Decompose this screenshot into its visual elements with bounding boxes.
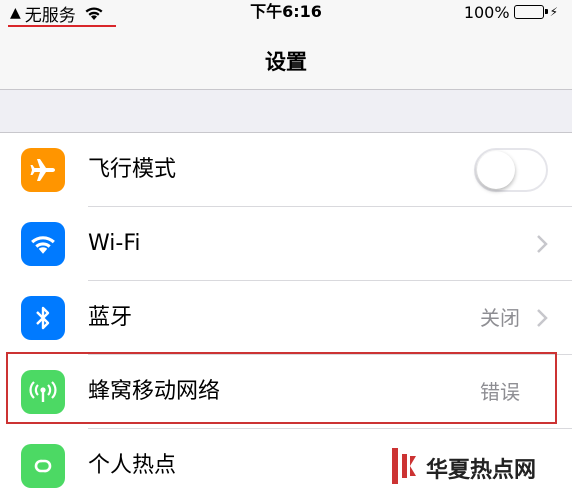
bluetooth-icon: [21, 296, 65, 340]
cellular-status-value: 错误: [480, 380, 520, 404]
settings-row-cellular[interactable]: 蜂窝移动网络 错误: [0, 355, 572, 429]
battery-icon: [513, 5, 548, 19]
settings-row-wifi[interactable]: Wi-Fi: [0, 207, 572, 281]
settings-row-label: 蓝牙: [88, 305, 133, 330]
watermark: 华夏热点网: [378, 436, 572, 500]
page-title: 设置: [265, 50, 307, 74]
settings-row-label: 飞行模式: [88, 157, 177, 182]
battery-percent: 100%: [463, 2, 510, 22]
settings-row-airplane-mode[interactable]: 飞行模式: [0, 133, 572, 207]
status-bar: ▲ 无服务 下午6:16 100% ⚡: [0, 0, 572, 28]
bluetooth-status-value: 关闭: [480, 306, 520, 330]
chevron-right-icon: [536, 308, 548, 332]
settings-row-label: Wi-Fi: [88, 231, 141, 256]
carrier-highlight-underline: [8, 25, 116, 27]
airplane-mode-toggle[interactable]: [474, 148, 548, 192]
settings-row-bluetooth[interactable]: 蓝牙 关闭: [0, 281, 572, 355]
cellular-antenna-icon: [21, 370, 65, 414]
charging-bolt-icon: ⚡: [549, 5, 558, 19]
toggle-knob: [477, 151, 515, 189]
watermark-logo-icon: [392, 448, 418, 488]
battery-status: 100% ⚡: [464, 2, 558, 22]
settings-row-label: 蜂窝移动网络: [88, 379, 221, 404]
chevron-right-icon: [536, 234, 548, 258]
hotspot-link-icon: [21, 444, 65, 488]
wifi-icon: [21, 222, 65, 266]
airplane-icon: [21, 148, 65, 192]
settings-row-label: 个人热点: [88, 453, 177, 478]
watermark-text: 华夏热点网: [426, 457, 537, 483]
nav-bar: 设置: [0, 28, 572, 90]
